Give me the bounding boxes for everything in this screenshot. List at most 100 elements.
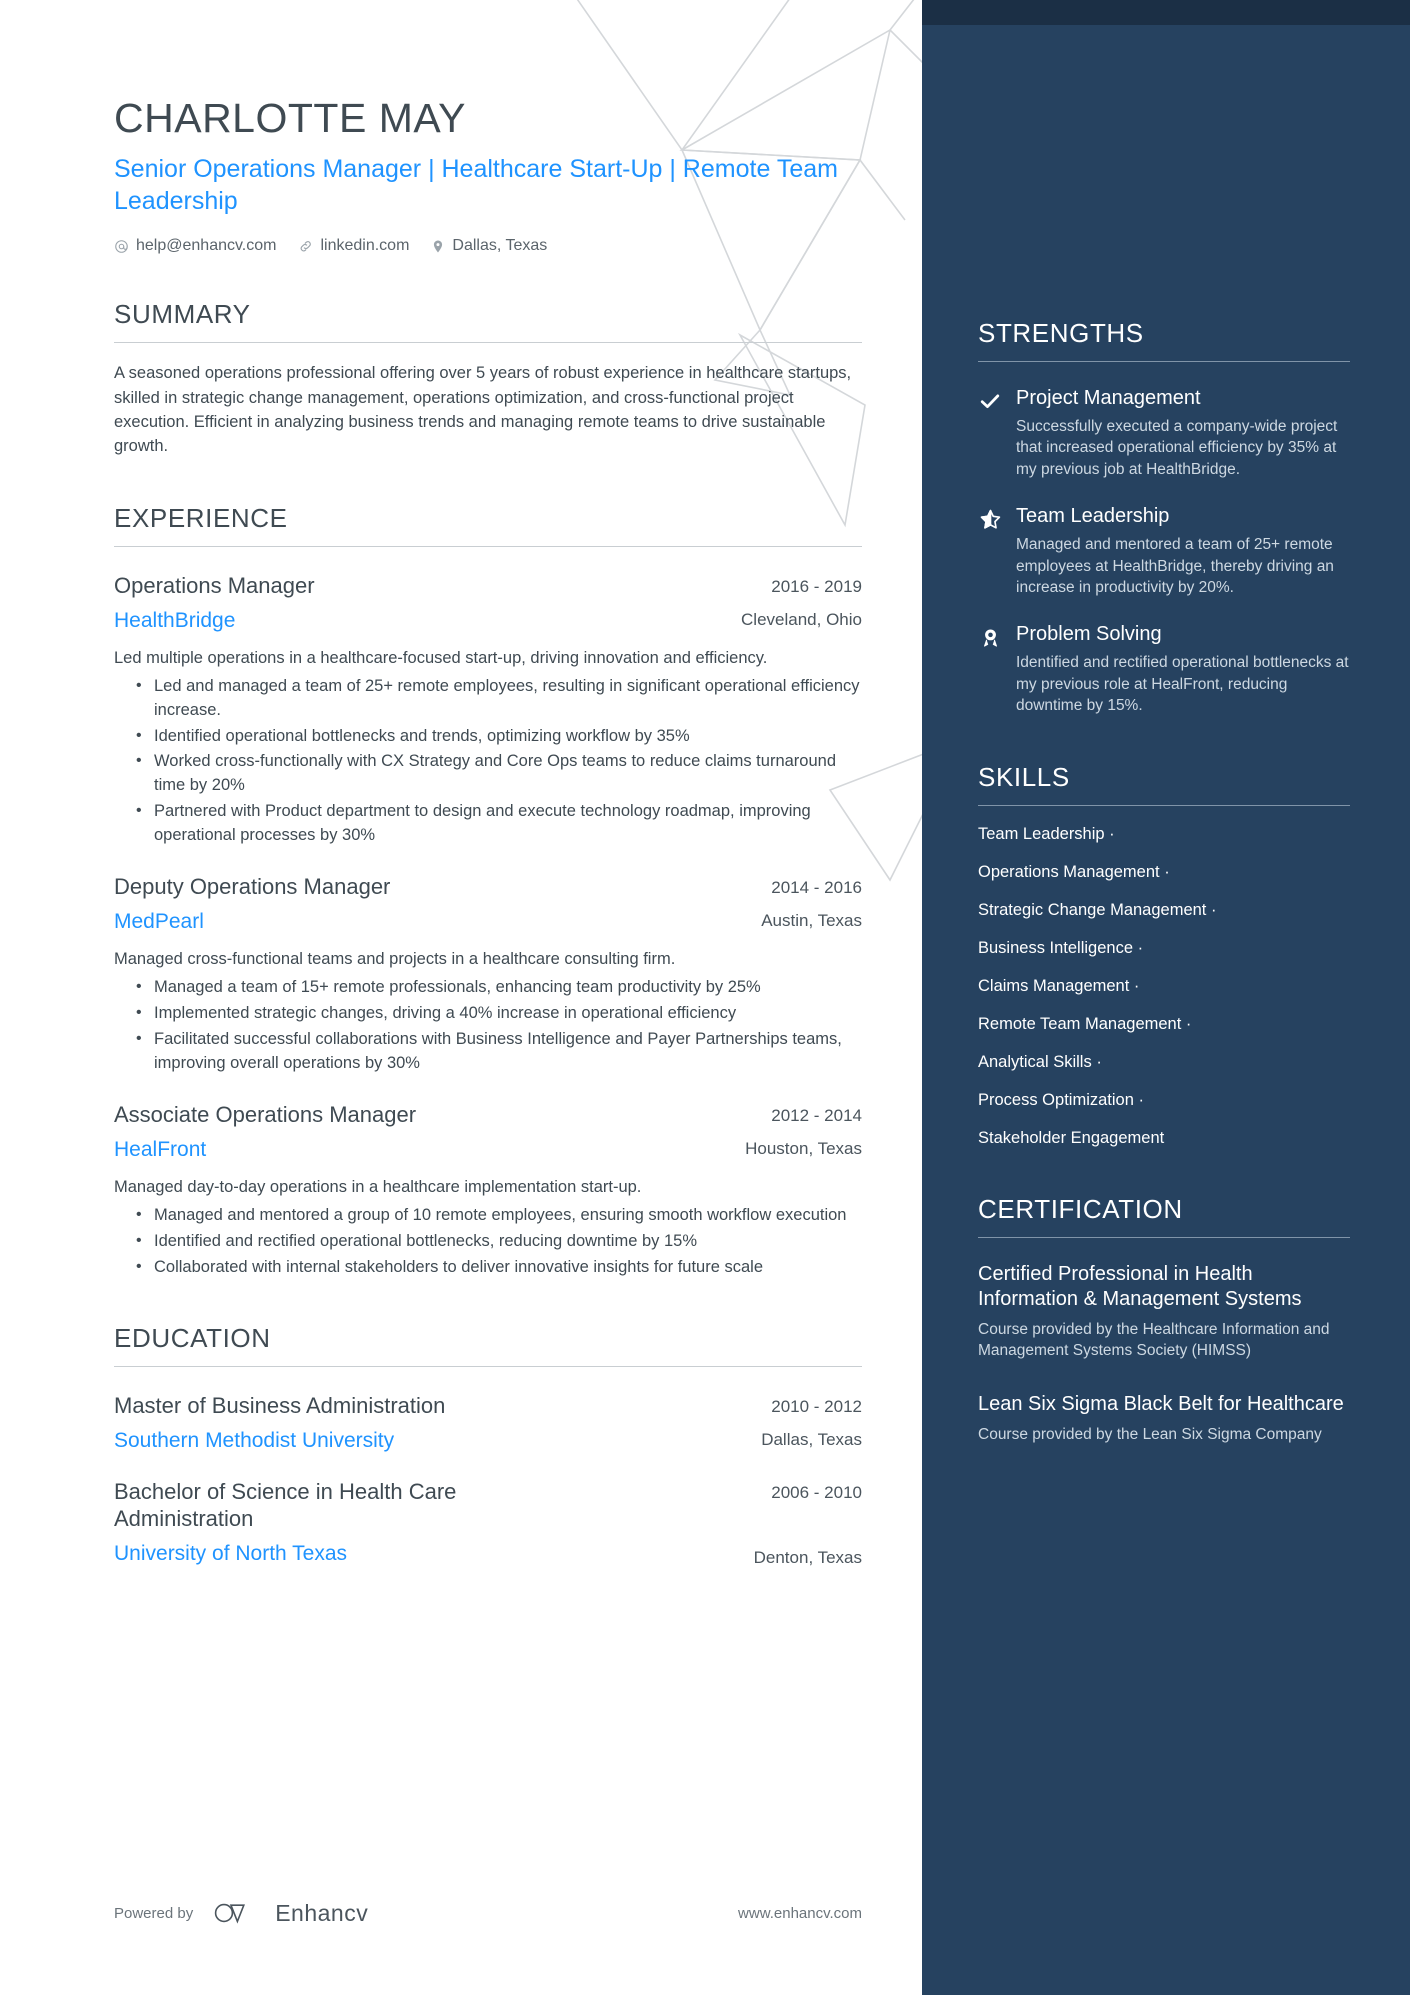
award-medal-icon xyxy=(978,625,1002,649)
enhancv-logo-icon xyxy=(211,1899,257,1927)
skill-separator: · xyxy=(1137,939,1144,958)
experience-entry: Associate Operations Manager HealFront 2… xyxy=(114,1102,862,1280)
skill-item: Remote Team Management · xyxy=(978,1015,1350,1034)
strength-item: Project Management Successfully executed… xyxy=(978,386,1350,480)
education-divider xyxy=(114,1366,862,1368)
skill-separator: · xyxy=(1185,1015,1192,1034)
skill-label: Claims Management xyxy=(978,977,1130,996)
skill-label: Stakeholder Engagement xyxy=(978,1129,1165,1148)
section-strengths: STRENGTHS Project Management Successfull… xyxy=(978,318,1350,716)
skill-label: Strategic Change Management xyxy=(978,901,1207,920)
degree-dates: 2010 - 2012 xyxy=(771,1397,862,1417)
company-name[interactable]: MedPearl xyxy=(114,909,737,934)
skill-label: Analytical Skills xyxy=(978,1053,1092,1072)
experience-entry: Deputy Operations Manager MedPearl 2014 … xyxy=(114,874,862,1076)
skill-separator: · xyxy=(1133,977,1140,996)
powered-by-label: Powered by xyxy=(114,1904,194,1922)
job-title: Deputy Operations Manager xyxy=(114,874,391,900)
skill-separator: · xyxy=(1210,901,1217,920)
link-icon xyxy=(298,239,313,254)
skill-item: Operations Management · xyxy=(978,863,1350,882)
skill-separator: · xyxy=(1138,1091,1144,1110)
job-bullet: Facilitated successful collaborations wi… xyxy=(136,1027,862,1076)
certification-item: Lean Six Sigma Black Belt for Healthcare… xyxy=(978,1392,1350,1446)
enhancv-branding: Powered by Enhancv xyxy=(114,1899,368,1927)
skill-label: Remote Team Management xyxy=(978,1015,1182,1034)
job-description: Managed cross-functional teams and proje… xyxy=(114,950,676,969)
skill-separator: · xyxy=(1109,825,1115,844)
page-title: CHARLOTTE MAY xyxy=(114,95,466,141)
summary-divider xyxy=(114,342,862,344)
job-dates: 2014 - 2016 xyxy=(771,878,862,898)
check-icon xyxy=(978,389,1002,413)
experience-divider xyxy=(114,545,862,547)
school-name[interactable]: University of North Texas xyxy=(114,1541,544,1566)
skills-heading: SKILLS xyxy=(978,762,1070,793)
sidebar-content: STRENGTHS Project Management Successfull… xyxy=(922,0,1410,1456)
company-name[interactable]: HealthBridge xyxy=(114,608,717,633)
strength-title: Problem Solving xyxy=(1016,623,1162,646)
website-url[interactable]: www.enhancv.com xyxy=(738,1905,862,1922)
school-location: Dallas, Texas xyxy=(761,1430,862,1450)
skill-item: Business Intelligence · xyxy=(978,939,1350,958)
certification-description: Course provided by the Lean Six Sigma Co… xyxy=(978,1426,1322,1444)
job-description: Led multiple operations in a healthcare-… xyxy=(114,648,768,667)
certification-item: Certified Professional in Health Informa… xyxy=(978,1262,1350,1362)
resume-page: CHARLOTTE MAY Senior Operations Manager … xyxy=(0,0,1410,1995)
sidebar: STRENGTHS Project Management Successfull… xyxy=(922,0,1410,1995)
skill-label: Operations Management xyxy=(978,863,1160,882)
summary-text: A seasoned operations professional offer… xyxy=(114,364,852,456)
job-bullets: Managed a team of 15+ remote professiona… xyxy=(114,975,862,1076)
skill-item: Strategic Change Management · xyxy=(978,901,1350,920)
job-bullet: Partnered with Product department to des… xyxy=(136,799,862,848)
strength-description: Successfully executed a company-wide pro… xyxy=(1016,418,1338,478)
job-bullet: Collaborated with internal stakeholders … xyxy=(136,1255,862,1280)
strength-item: Team Leadership Managed and mentored a t… xyxy=(978,504,1350,598)
star-icon xyxy=(978,507,1002,531)
job-location: Houston, Texas xyxy=(745,1138,862,1158)
job-bullet: Identified and rectified operational bot… xyxy=(136,1229,862,1254)
school-location: Denton, Texas xyxy=(753,1548,862,1568)
degree-title: Bachelor of Science in Health Care Admin… xyxy=(114,1479,457,1532)
section-skills: SKILLS Team Leadership · Operations Mana… xyxy=(978,762,1350,1148)
job-dates: 2016 - 2019 xyxy=(771,576,862,596)
skill-item: Claims Management · xyxy=(978,977,1350,996)
skill-separator: · xyxy=(1096,1053,1102,1072)
skills-divider xyxy=(978,805,1350,807)
school-name[interactable]: Southern Methodist University xyxy=(114,1428,737,1453)
experience-heading: EXPERIENCE xyxy=(114,502,288,533)
certification-description: Course provided by the Healthcare Inform… xyxy=(978,1321,1330,1360)
enhancv-wordmark: Enhancv xyxy=(275,1899,369,1926)
strength-title: Project Management xyxy=(1016,387,1201,409)
skill-item: Analytical Skills · xyxy=(978,1053,1350,1072)
contact-email[interactable]: help@enhancv.com xyxy=(114,237,276,255)
location-pin-icon xyxy=(431,239,445,254)
degree-dates: 2006 - 2010 xyxy=(771,1483,862,1503)
contact-location-text: Dallas, Texas xyxy=(452,237,548,255)
job-description: Managed day-to-day operations in a healt… xyxy=(114,1177,642,1196)
skill-item: Team Leadership · xyxy=(978,825,1350,844)
skill-item: Process Optimization · xyxy=(978,1091,1350,1110)
contact-linkedin-text: linkedin.com xyxy=(320,237,410,255)
section-experience: EXPERIENCE Operations Manager HealthBrid… xyxy=(114,503,862,1280)
education-entry: Master of Business Administration Southe… xyxy=(114,1393,862,1453)
skill-label: Business Intelligence xyxy=(978,939,1134,958)
skill-label: Process Optimization xyxy=(978,1091,1134,1110)
certification-divider xyxy=(978,1237,1350,1239)
company-name[interactable]: HealFront xyxy=(114,1137,721,1162)
section-education: EDUCATION Master of Business Administrat… xyxy=(114,1323,862,1568)
contact-location: Dallas, Texas xyxy=(431,237,547,255)
at-sign-icon xyxy=(114,239,129,254)
strengths-divider xyxy=(978,361,1350,362)
contact-linkedin[interactable]: linkedin.com xyxy=(298,237,409,255)
job-location: Cleveland, Ohio xyxy=(741,609,862,629)
certification-name: Certified Professional in Health Informa… xyxy=(978,1263,1302,1311)
degree-title: Master of Business Administration xyxy=(114,1393,446,1419)
skill-separator: · xyxy=(1164,863,1170,882)
job-bullet: Identified operational bottlenecks and t… xyxy=(136,724,862,749)
job-bullet: Led and managed a team of 25+ remote emp… xyxy=(136,674,862,723)
skill-item: Stakeholder Engagement xyxy=(978,1129,1350,1148)
main-column: CHARLOTTE MAY Senior Operations Manager … xyxy=(0,0,922,1995)
experience-entry: Operations Manager HealthBridge 2016 - 2… xyxy=(114,573,862,848)
professional-headline: Senior Operations Manager | Healthcare S… xyxy=(114,155,838,216)
